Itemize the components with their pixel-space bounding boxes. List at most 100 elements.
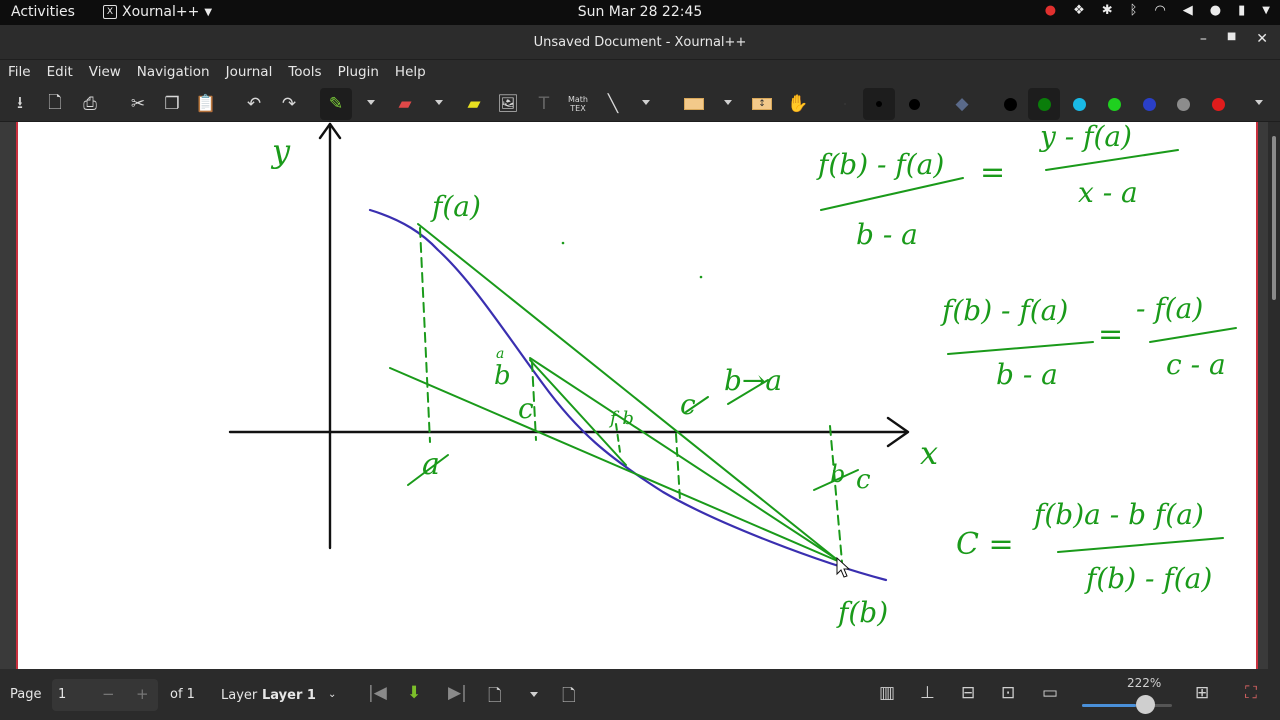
pen-size-medium-icon[interactable]: [863, 88, 895, 120]
shapes-chevron-icon[interactable]: [642, 100, 650, 105]
hand-tool-icon[interactable]: ✋: [785, 91, 811, 117]
scrollbar-thumb[interactable]: [1272, 136, 1276, 300]
b-above-label: b: [494, 361, 511, 391]
menu-edit[interactable]: Edit: [47, 60, 73, 86]
zoom-in-icon[interactable]: ⊞: [1195, 683, 1209, 703]
copy-icon[interactable]: ❐: [159, 91, 185, 117]
color-darkgreen-icon[interactable]: [1028, 88, 1060, 120]
eraser-options-chevron-icon[interactable]: [435, 100, 443, 105]
dot-tiny-icon[interactable]: ·: [832, 91, 858, 117]
wifi-icon[interactable]: ◠: [1154, 3, 1165, 18]
color-gray-icon[interactable]: [1170, 91, 1196, 117]
volume-icon[interactable]: ◀: [1183, 3, 1193, 18]
slack-icon[interactable]: ✱: [1102, 3, 1113, 18]
color-green-icon[interactable]: [1101, 91, 1127, 117]
minimize-button[interactable]: –: [1200, 31, 1207, 47]
page-increment-button[interactable]: +: [136, 685, 149, 703]
bluetooth-icon[interactable]: ᛒ: [1130, 3, 1138, 18]
menu-file[interactable]: File: [8, 60, 31, 86]
fraction-bar-5: [1057, 537, 1224, 553]
two-page-view-icon[interactable]: ▥: [879, 683, 895, 703]
app-menu-label: Xournal++: [122, 4, 200, 20]
fullscreen-icon[interactable]: ⛶: [1245, 683, 1257, 703]
fill-icon[interactable]: ◆: [949, 91, 975, 117]
system-menu-chevron-icon[interactable]: ▼: [1262, 5, 1270, 16]
page-number-input[interactable]: 1: [58, 687, 66, 702]
journal-page[interactable]: y x f(a) f(b) a b c c b→a f b b a c f(b)…: [16, 120, 1258, 669]
canvas-area[interactable]: y x f(a) f(b) a b c c b→a f b b a c f(b)…: [0, 120, 1268, 669]
add-page-chevron-icon[interactable]: [530, 692, 538, 697]
image-tool-icon[interactable]: 🖼: [495, 91, 521, 117]
menu-help[interactable]: Help: [395, 60, 426, 86]
xournal-app-icon: X: [103, 5, 117, 19]
select-rect-icon[interactable]: [681, 91, 707, 117]
battery-icon[interactable]: ▮: [1238, 3, 1245, 18]
a-tick-label: a: [422, 447, 440, 482]
mouse-cursor: [836, 556, 851, 578]
secant-line-3: [389, 367, 841, 563]
microphone-icon[interactable]: ●: [1210, 3, 1221, 18]
save-icon[interactable]: ⭳: [7, 91, 33, 117]
system-tray[interactable]: ● ❖ ✱ ᛒ ◠ ◀ ● ▮ ▼: [1045, 3, 1270, 18]
pen-tool-icon[interactable]: ✎: [320, 88, 352, 120]
toolbar-overflow-chevron-icon[interactable]: [1255, 100, 1263, 105]
vertical-space-icon[interactable]: ↕: [749, 91, 775, 117]
layer-selector[interactable]: Layer 1: [262, 688, 316, 703]
pen-options-chevron-icon[interactable]: [367, 100, 375, 105]
first-page-icon[interactable]: |◀: [368, 683, 387, 703]
page-label: Page: [10, 687, 42, 702]
select-chevron-icon[interactable]: [724, 100, 732, 105]
menu-view[interactable]: View: [89, 60, 121, 86]
a-small-label: a: [496, 346, 504, 362]
layer-chevron-icon[interactable]: ⌄: [328, 689, 336, 700]
menu-tools[interactable]: Tools: [288, 60, 321, 86]
highlighter-tool-icon[interactable]: ▰: [461, 91, 487, 117]
delete-page-icon[interactable]: 🗋: [562, 683, 576, 712]
last-page-icon[interactable]: ▶|: [448, 683, 467, 703]
redo-icon[interactable]: ↷: [276, 91, 302, 117]
color-black-icon[interactable]: [997, 91, 1023, 117]
line-tool-icon[interactable]: ╲: [600, 91, 626, 117]
zoom-fit-icon[interactable]: ⊡: [1001, 683, 1015, 703]
eq3-denominator: f(b) - f(a): [1084, 562, 1212, 595]
add-page-icon[interactable]: 🗋: [488, 683, 502, 712]
presentation-icon[interactable]: ⊥: [920, 683, 935, 703]
zoom-level: 222%: [1127, 676, 1162, 690]
menu-plugin[interactable]: Plugin: [338, 60, 379, 86]
menu-journal[interactable]: Journal: [226, 60, 273, 86]
zoom-page-icon[interactable]: ▭: [1042, 683, 1058, 703]
record-icon[interactable]: ●: [1045, 3, 1056, 18]
math-tex-tool-icon[interactable]: Math TEX: [565, 91, 591, 117]
fa-label: f(a): [430, 190, 481, 223]
color-cyan-icon[interactable]: [1066, 91, 1092, 117]
app-menu[interactable]: X Xournal++ ▼: [103, 4, 212, 20]
pen-size-thick-icon[interactable]: [901, 91, 927, 117]
activities-button[interactable]: Activities: [11, 4, 75, 20]
eq2-denominator: b - a: [996, 358, 1058, 391]
zoom-out-icon[interactable]: ⊟: [961, 683, 975, 703]
menu-navigation[interactable]: Navigation: [137, 60, 210, 86]
go-down-icon[interactable]: ⬇: [407, 683, 421, 703]
page-spin-box[interactable]: 1 − +: [52, 679, 158, 711]
fb-small-label: f b: [608, 408, 634, 429]
zoom-slider-track[interactable]: [1082, 704, 1172, 707]
b-tick-replaced: c: [856, 465, 871, 495]
color-red-icon[interactable]: [1205, 91, 1231, 117]
dropbox-icon[interactable]: ❖: [1073, 3, 1085, 18]
paste-icon[interactable]: 📋: [193, 91, 219, 117]
color-blue-icon[interactable]: [1136, 91, 1162, 117]
eq2-right-numerator: - f(a): [1136, 292, 1203, 325]
print-icon[interactable]: ⎙: [77, 91, 103, 117]
cut-icon[interactable]: ✂: [125, 91, 151, 117]
undo-icon[interactable]: ↶: [241, 91, 267, 117]
close-button[interactable]: ✕: [1256, 31, 1268, 47]
zoom-slider-knob[interactable]: [1136, 695, 1155, 714]
text-tool-icon[interactable]: T: [531, 91, 557, 117]
page-decrement-button[interactable]: −: [102, 685, 115, 703]
eq2-numerator: f(b) - f(a): [940, 294, 1068, 327]
maximize-button[interactable]: ■: [1227, 31, 1236, 47]
new-page-icon[interactable]: 🗋: [42, 91, 68, 117]
layer-label: Layer: [221, 688, 258, 703]
eraser-tool-icon[interactable]: ▰: [392, 91, 418, 117]
vertical-scrollbar[interactable]: [1268, 122, 1280, 669]
